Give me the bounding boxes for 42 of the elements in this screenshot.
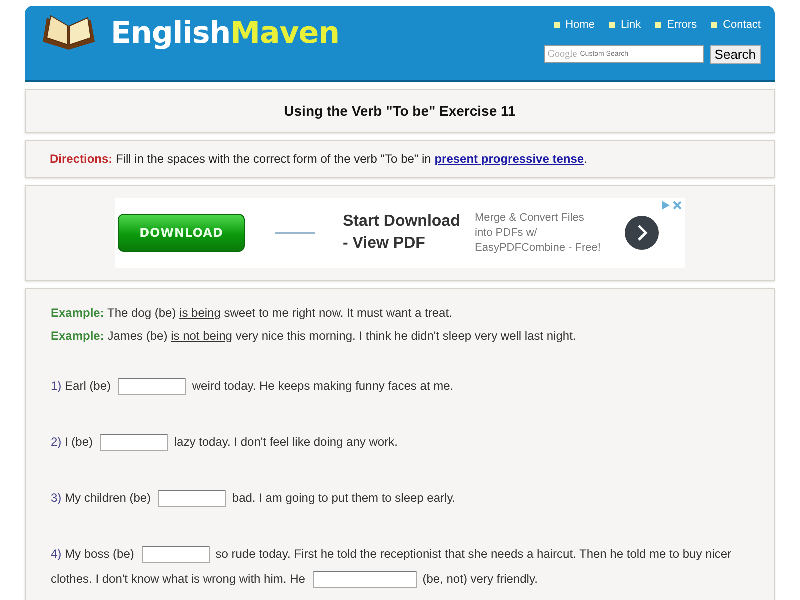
google-brand: Google <box>548 48 578 60</box>
example-answer: is being <box>180 306 221 320</box>
question-number: 1) <box>51 379 62 393</box>
tense-link[interactable]: present progressive tense <box>434 152 584 166</box>
example-text: very nice this morning. I think he didn't sleep very well last night. <box>236 329 576 343</box>
answer-box[interactable] <box>118 378 186 396</box>
answer-box[interactable] <box>312 571 417 588</box>
page-title: Using the Verb "To be" Exercise 11 <box>283 103 517 119</box>
question-number: 2) <box>51 435 62 449</box>
example-text: The dog (be) <box>107 306 176 320</box>
nav-link[interactable]: Link <box>608 19 642 31</box>
answer-box[interactable] <box>158 490 226 508</box>
example-text: sweet to me right now. It must want a treat. <box>224 306 452 320</box>
directions-text: Directions: Fill in the spaces with the correct form of the verb "To be" in present progressive tense. <box>50 152 588 166</box>
question-text: so rude today. First he told the receptionist that she needs a haircut. Then he told me to buy nicer <box>216 547 732 561</box>
example-answer: is not being <box>171 329 232 343</box>
question-text: lazy today. I don't feel like doing any work. <box>174 435 398 449</box>
example-label: Example: <box>51 306 104 320</box>
ad-headline[interactable]: Start Download - View PDF <box>343 211 467 255</box>
nav-link[interactable]: Errors <box>655 19 698 31</box>
site-logo[interactable]: EnglishMaven <box>111 16 340 50</box>
question-text: Earl (be) <box>65 379 112 393</box>
example-text: James (be) <box>108 329 168 343</box>
nav-link[interactable]: Home <box>554 19 595 31</box>
question-number: 4) <box>51 547 62 561</box>
ad-description: Merge & Convert Files into PDFs w/ EasyPDFCombine - Free! <box>475 210 602 256</box>
question-text: My children (be) <box>65 491 152 505</box>
question-number: 3) <box>51 491 62 505</box>
question-text: clothes. I don't know what is wrong with him. He <box>51 572 306 586</box>
answer-box[interactable] <box>142 546 210 564</box>
search-button[interactable]: Search <box>710 45 761 64</box>
question-text: (be, not) very friendly. <box>422 572 538 586</box>
example-label: Example: <box>51 329 104 343</box>
question-text: bad. I am going to put them to sleep early. <box>232 491 456 505</box>
question-text: I (be) <box>65 435 94 449</box>
close-icon[interactable] <box>672 200 683 211</box>
download-button[interactable]: DOWNLOAD <box>118 214 245 252</box>
ad-choices-icon[interactable] <box>660 200 671 211</box>
question-text: My boss (be) <box>65 547 134 561</box>
question-text: weird today. He keeps making funny faces at me. <box>192 379 454 393</box>
nav-link[interactable]: Contact <box>711 19 761 31</box>
answer-box[interactable] <box>100 434 168 452</box>
